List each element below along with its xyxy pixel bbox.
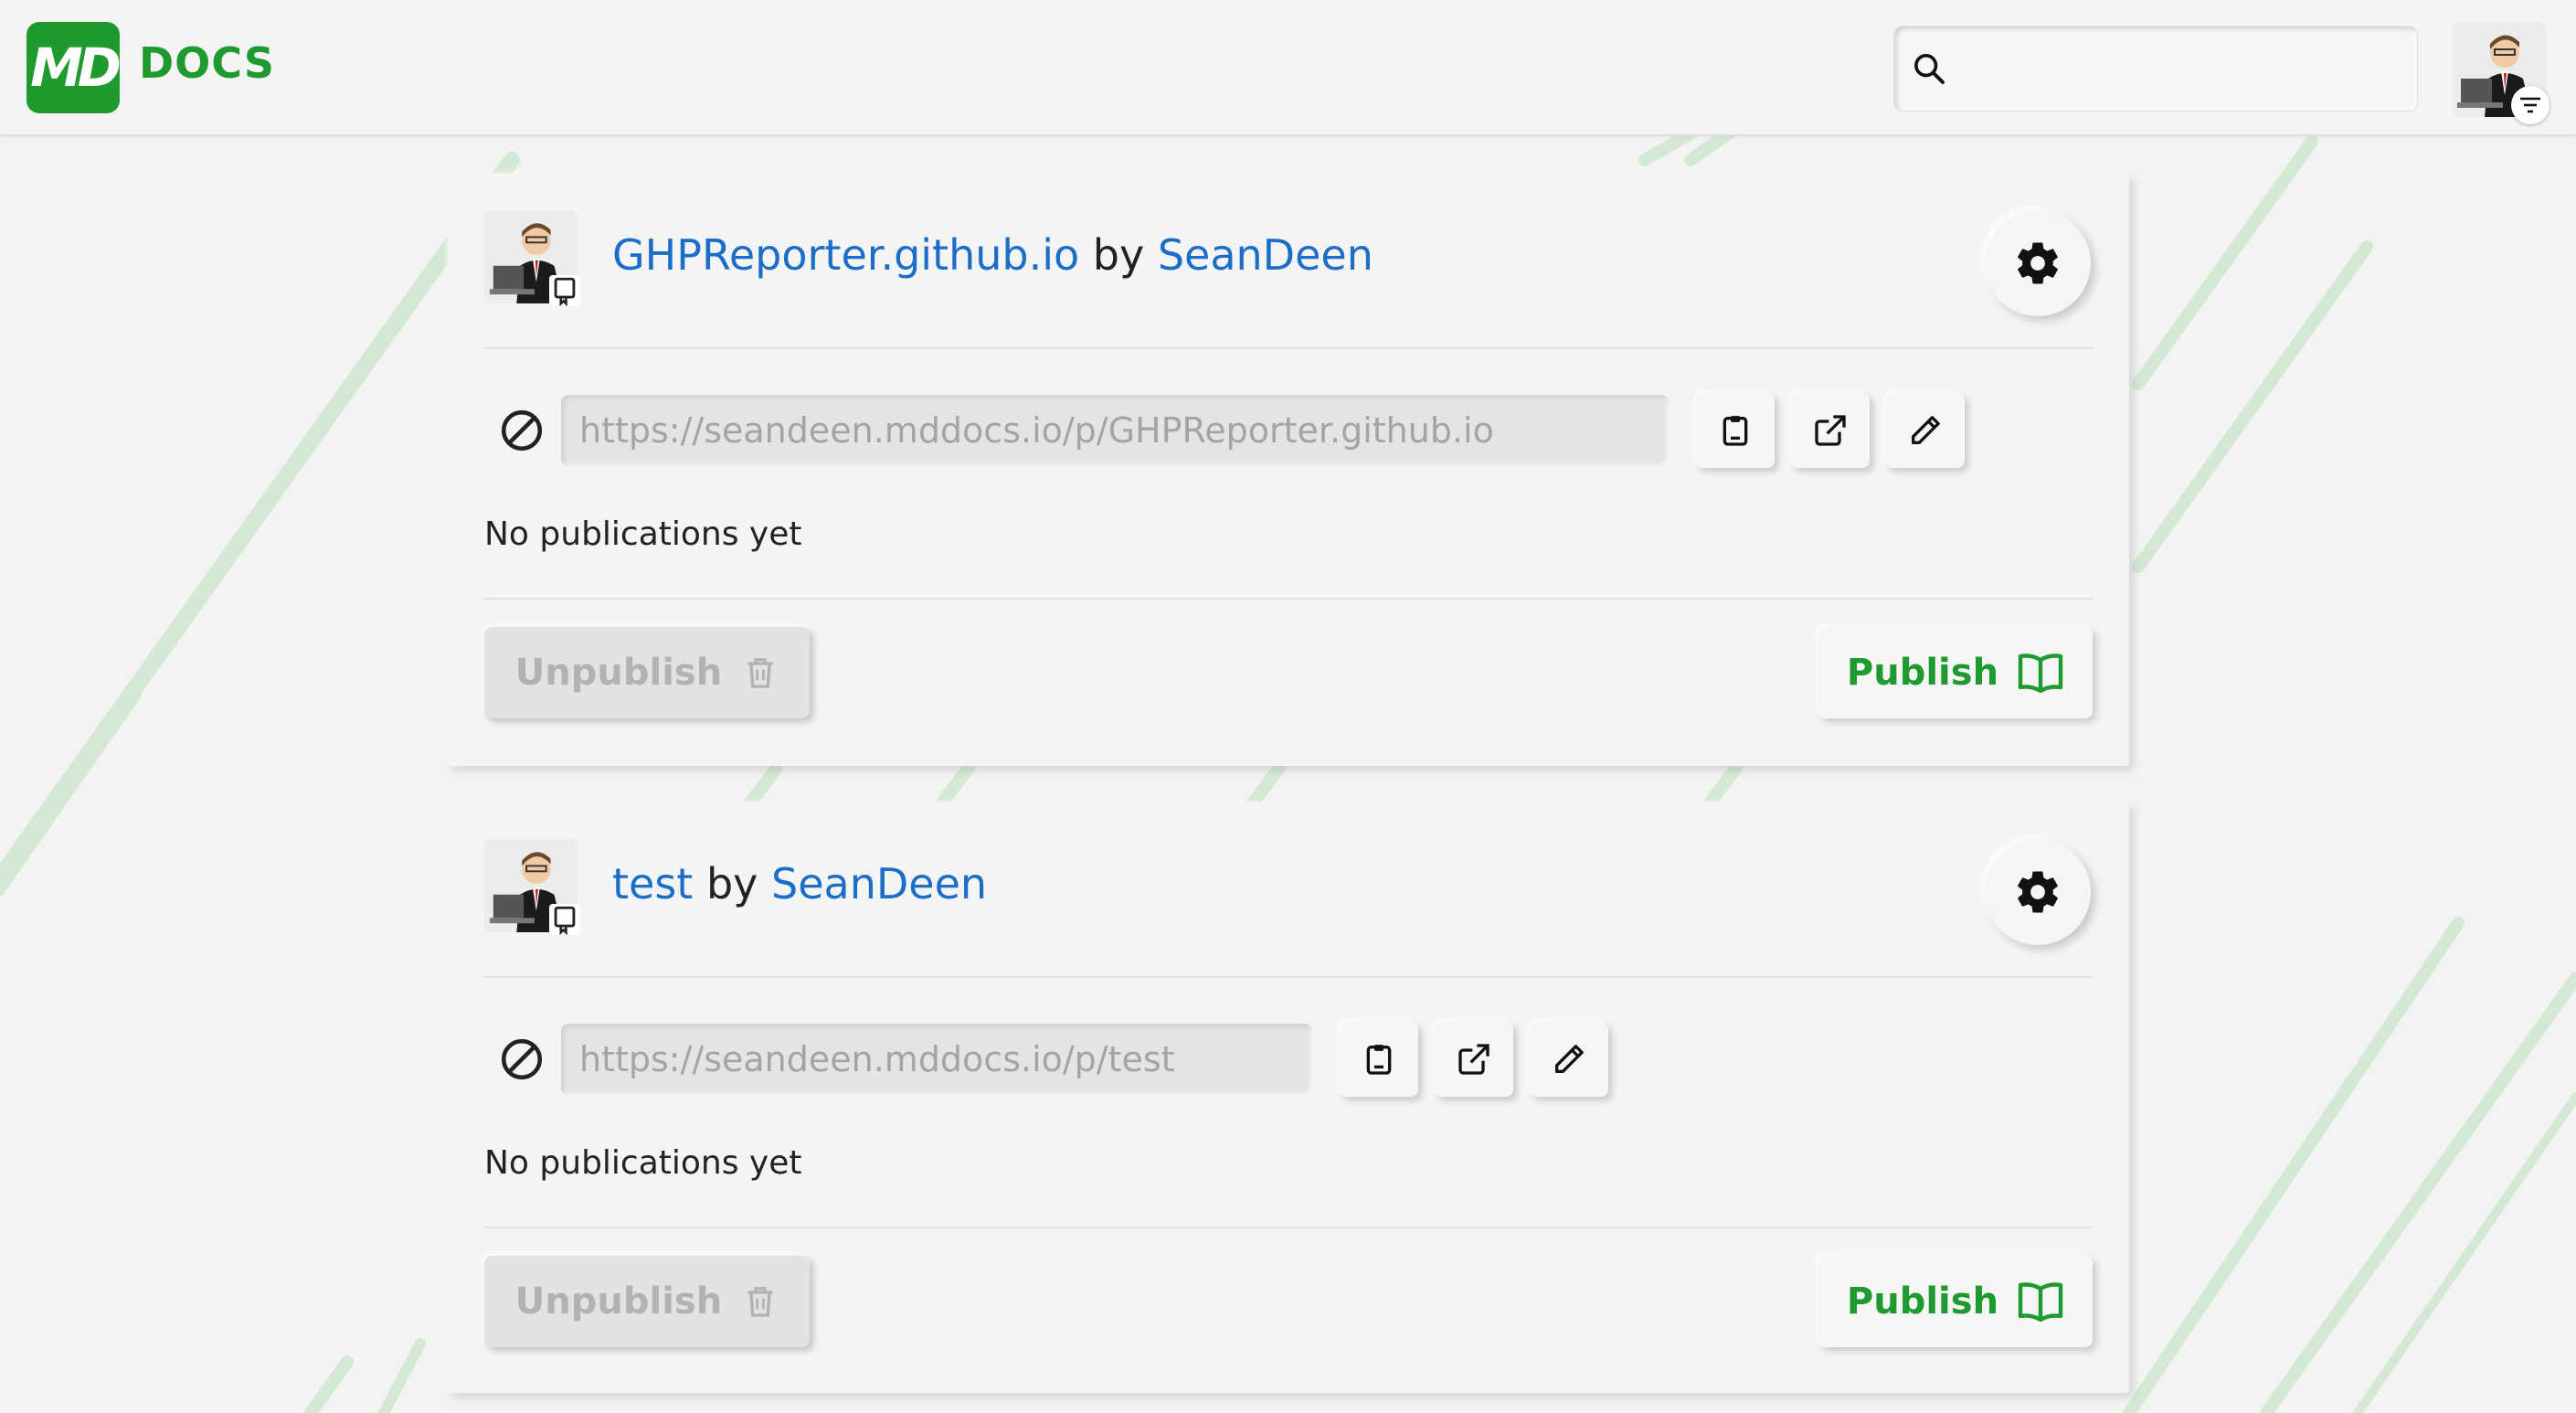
repo-badge xyxy=(549,275,580,307)
publish-button[interactable]: Publish xyxy=(1818,1256,2093,1347)
clipboard-icon xyxy=(1723,416,1748,446)
project-card: test by SeanDeen https://seandeen.mddocs… xyxy=(448,802,2129,1393)
clipboard-icon xyxy=(1366,1045,1392,1075)
book-icon xyxy=(2018,653,2063,694)
repo-badge xyxy=(549,904,580,936)
by-label: by xyxy=(705,859,758,908)
owner-link[interactable]: SeanDeen xyxy=(1158,230,1373,280)
logo-text: DOCS xyxy=(139,38,276,88)
divider xyxy=(484,347,2093,349)
settings-button[interactable] xyxy=(1985,210,2091,316)
user-menu-button[interactable] xyxy=(2511,86,2549,124)
unpublish-button[interactable]: Unpublish xyxy=(484,627,810,718)
menu-lines-icon xyxy=(2520,97,2540,113)
project-title: test by SeanDeen xyxy=(612,859,987,908)
publication-url-field[interactable]: https://seandeen.mddocs.io/p/GHPReporter… xyxy=(561,395,1669,466)
external-link-icon xyxy=(1458,1044,1489,1075)
top-bar: MD DOCS xyxy=(0,0,2576,136)
copy-url-button[interactable] xyxy=(1696,393,1775,468)
search-input[interactable] xyxy=(1967,43,2401,96)
open-url-button[interactable] xyxy=(1435,1022,1513,1097)
divider xyxy=(484,976,2093,978)
settings-button[interactable] xyxy=(1985,839,2091,945)
project-title: GHPReporter.github.io by SeanDeen xyxy=(612,230,1373,280)
publication-status: No publications yet xyxy=(484,1144,802,1182)
divider xyxy=(484,598,2093,600)
trash-icon xyxy=(747,1287,773,1317)
pencil-icon xyxy=(1555,1045,1584,1073)
search-box xyxy=(1893,26,2418,112)
repo-icon xyxy=(554,906,576,936)
publish-button[interactable]: Publish xyxy=(1818,627,2093,718)
blocked-icon xyxy=(501,1038,543,1080)
publication-url-field[interactable]: https://seandeen.mddocs.io/p/test xyxy=(561,1024,1312,1095)
publish-label: Publish xyxy=(1846,1280,1999,1323)
unpublish-label: Unpublish xyxy=(514,1280,723,1323)
publish-label: Publish xyxy=(1846,652,1999,694)
pencil-icon xyxy=(1912,416,1940,444)
owner-link[interactable]: SeanDeen xyxy=(771,859,987,908)
book-icon xyxy=(2018,1282,2063,1323)
project-card: GHPReporter.github.io by SeanDeen https:… xyxy=(448,174,2129,766)
project-name-link[interactable]: test xyxy=(612,859,693,908)
project-name-link[interactable]: GHPReporter.github.io xyxy=(612,230,1079,280)
divider xyxy=(484,1227,2093,1228)
copy-url-button[interactable] xyxy=(1340,1022,1418,1097)
blocked-icon xyxy=(501,409,543,452)
gear-icon xyxy=(2018,242,2058,284)
unpublish-label: Unpublish xyxy=(514,652,723,694)
unpublish-button[interactable]: Unpublish xyxy=(484,1256,810,1347)
logo[interactable]: MD xyxy=(27,22,122,113)
publication-status: No publications yet xyxy=(484,515,802,553)
search-icon xyxy=(1914,54,1945,84)
open-url-button[interactable] xyxy=(1791,393,1870,468)
repo-icon xyxy=(554,277,576,307)
gear-icon xyxy=(2018,871,2058,913)
by-label: by xyxy=(1092,230,1145,280)
external-link-icon xyxy=(1815,415,1846,446)
trash-icon xyxy=(747,658,773,688)
edit-url-button[interactable] xyxy=(1886,393,1965,468)
edit-url-button[interactable] xyxy=(1530,1022,1608,1097)
logo-mark: MD xyxy=(30,37,122,99)
